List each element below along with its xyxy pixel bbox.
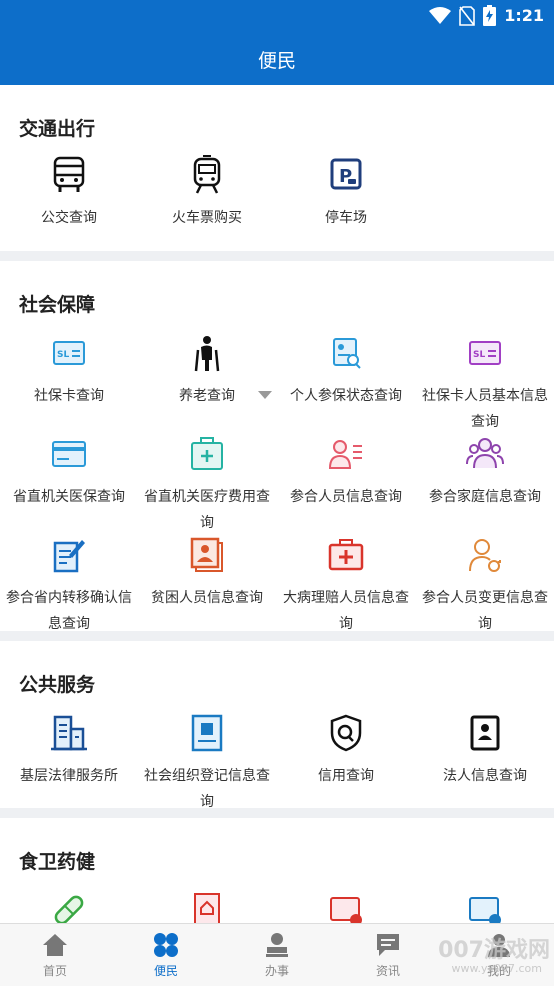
- certificate-icon: [191, 714, 223, 752]
- grid-item-parking[interactable]: P 停车场: [277, 155, 415, 231]
- tab-home[interactable]: 首页: [0, 924, 110, 986]
- watermark-url: www.yx007.com: [451, 962, 542, 975]
- grid-item-credit-query[interactable]: 信用查询: [277, 713, 415, 789]
- tab-convenience[interactable]: 便民: [111, 924, 221, 986]
- status-time: 1:21: [504, 6, 544, 25]
- grid-item-label: 法人信息查询: [443, 768, 527, 784]
- grid-item-label: 信用查询: [318, 768, 374, 784]
- battery-charging-icon: [483, 5, 497, 26]
- grid-item-personal-insured-status[interactable]: 个人参保状态查询: [277, 333, 415, 409]
- tab-label: 资讯: [375, 964, 400, 978]
- grid-item-label: 参合家庭信息查询: [429, 489, 541, 505]
- grid-item-label: 火车票购买: [172, 210, 242, 226]
- medical-kit-icon: [191, 437, 223, 470]
- app-bar: 便民: [0, 34, 554, 85]
- social-card-purple-icon: SL: [469, 341, 501, 365]
- grid-item-provincial-medical-costs[interactable]: 省直机关医疗费用查询: [138, 434, 276, 536]
- bank-card-icon: [52, 441, 86, 467]
- license-check-icon: [330, 897, 362, 923]
- tab-news[interactable]: 资讯: [333, 924, 443, 986]
- document-home-icon: [194, 893, 220, 923]
- section-title-social: 社会保障: [19, 294, 96, 316]
- section-title-traffic: 交通出行: [19, 118, 96, 140]
- grid-item-social-card-basic-info[interactable]: SL 社保卡人员基本信息查询: [416, 333, 554, 435]
- grid-item-label: 社保卡查询: [34, 388, 104, 404]
- message-icon: [377, 934, 399, 956]
- grid-item-label: 基层法律服务所: [20, 768, 118, 784]
- grid-item-label: 省直机关医疗费用查询: [144, 489, 270, 531]
- section-social: 社会保障 SL 社保卡查询 养老查询 个人参保状态查询 SL 社保卡人员基本信息…: [0, 261, 554, 632]
- watermark-logo: 007游戏网: [438, 938, 550, 963]
- grid-item-provincial-medical-insurance[interactable]: 省直机关医保查询: [0, 434, 138, 510]
- grid-item-legal-service[interactable]: 基层法律服务所: [0, 713, 138, 789]
- grid-item-label: 社会组织登记信息查询: [144, 768, 270, 810]
- grid-item-label: 个人参保状态查询: [290, 388, 402, 404]
- document-edit-icon: [53, 540, 85, 573]
- grid-item-transfer-confirmation[interactable]: 参合省内转移确认信息查询: [0, 535, 138, 637]
- grid-item-insured-family-info[interactable]: 参合家庭信息查询: [416, 434, 554, 510]
- train-icon: [193, 155, 221, 194]
- grid-item-social-card[interactable]: SL 社保卡查询: [0, 333, 138, 409]
- section-title-food: 食卫药健: [19, 851, 96, 873]
- grid-item-label: 省直机关医保查询: [13, 489, 125, 505]
- svg-text:SL: SL: [57, 350, 69, 360]
- clover-icon: [154, 933, 178, 957]
- grid-item-label: 社保卡人员基本信息查询: [422, 388, 548, 430]
- grid-item-label: 养老查询: [179, 388, 235, 404]
- tab-label: 首页: [42, 964, 67, 978]
- tab-label: 便民: [153, 964, 178, 978]
- svg-text:SL: SL: [473, 350, 485, 360]
- section-title-public: 公共服务: [19, 674, 96, 696]
- grid-item-production-license[interactable]: [416, 890, 554, 923]
- wifi-icon: [429, 6, 452, 24]
- id-card-icon: [470, 715, 500, 751]
- grid-item-serious-illness-claim[interactable]: 大病理赔人员信息查询: [277, 535, 415, 637]
- social-card-icon: SL: [53, 341, 85, 365]
- page-title: 便民: [257, 50, 296, 72]
- grid-item-pill[interactable]: [0, 890, 138, 923]
- grid-item-pension[interactable]: 养老查询: [138, 333, 276, 409]
- grid-item-social-org-registration[interactable]: 社会组织登记信息查询: [138, 713, 276, 815]
- pill-icon: [54, 895, 84, 923]
- family-group-icon: [466, 438, 504, 469]
- dropdown-arrow-icon[interactable]: [258, 391, 272, 399]
- parking-icon: P: [330, 158, 362, 190]
- grid-item-poor-person-info[interactable]: 贫困人员信息查询: [138, 535, 276, 611]
- section-public-service: 公共服务 基层法律服务所 社会组织登记信息查询 信用查询 法人信息查询: [0, 641, 554, 810]
- bus-icon: [53, 156, 85, 192]
- production-license-icon: [469, 897, 501, 923]
- grid-item-label: 参合人员信息查询: [290, 489, 402, 505]
- person-list-icon: [328, 440, 362, 469]
- tab-affairs[interactable]: 办事: [222, 924, 332, 986]
- grid-item-label: 参合人员变更信息查询: [422, 590, 548, 632]
- grid-item-license-check[interactable]: [277, 890, 415, 923]
- section-traffic: 交通出行 公交查询 火车票购买 P 停车场: [0, 85, 554, 251]
- elderly-person-icon: [194, 336, 220, 372]
- grid-item-insured-person-info[interactable]: 参合人员信息查询: [277, 434, 415, 510]
- grid-item-label: 大病理赔人员信息查询: [283, 590, 409, 632]
- status-bar: 1:21: [0, 0, 554, 34]
- section-food-health: 食卫药健: [0, 818, 554, 923]
- grid-item-bus-query[interactable]: 公交查询: [0, 155, 138, 231]
- main-content[interactable]: 交通出行 公交查询 火车票购买 P 停车场 社会保障 SL 社保卡查询 养老查询…: [0, 85, 554, 923]
- grid-item-label: 贫困人员信息查询: [151, 590, 263, 606]
- person-card-search-icon: [333, 338, 361, 369]
- no-sim-icon: [459, 5, 476, 26]
- person-refresh-icon: [469, 539, 501, 572]
- tab-label: 办事: [264, 964, 289, 978]
- grid-item-label: 停车场: [325, 210, 367, 226]
- shield-search-icon: [330, 714, 362, 752]
- grid-item-insured-change-info[interactable]: 参合人员变更信息查询: [416, 535, 554, 637]
- home-icon: [43, 934, 67, 956]
- grid-item-label: 公交查询: [41, 210, 97, 226]
- grid-item-legal-person-info[interactable]: 法人信息查询: [416, 713, 554, 789]
- grid-item-train-ticket[interactable]: 火车票购买: [138, 155, 276, 231]
- id-photo-icon: [190, 537, 223, 572]
- grid-item-document-home[interactable]: [138, 890, 276, 923]
- first-aid-kit-icon: [328, 539, 364, 571]
- stamp-icon: [266, 933, 288, 957]
- buildings-icon: [51, 715, 87, 751]
- grid-item-label: 参合省内转移确认信息查询: [6, 590, 132, 632]
